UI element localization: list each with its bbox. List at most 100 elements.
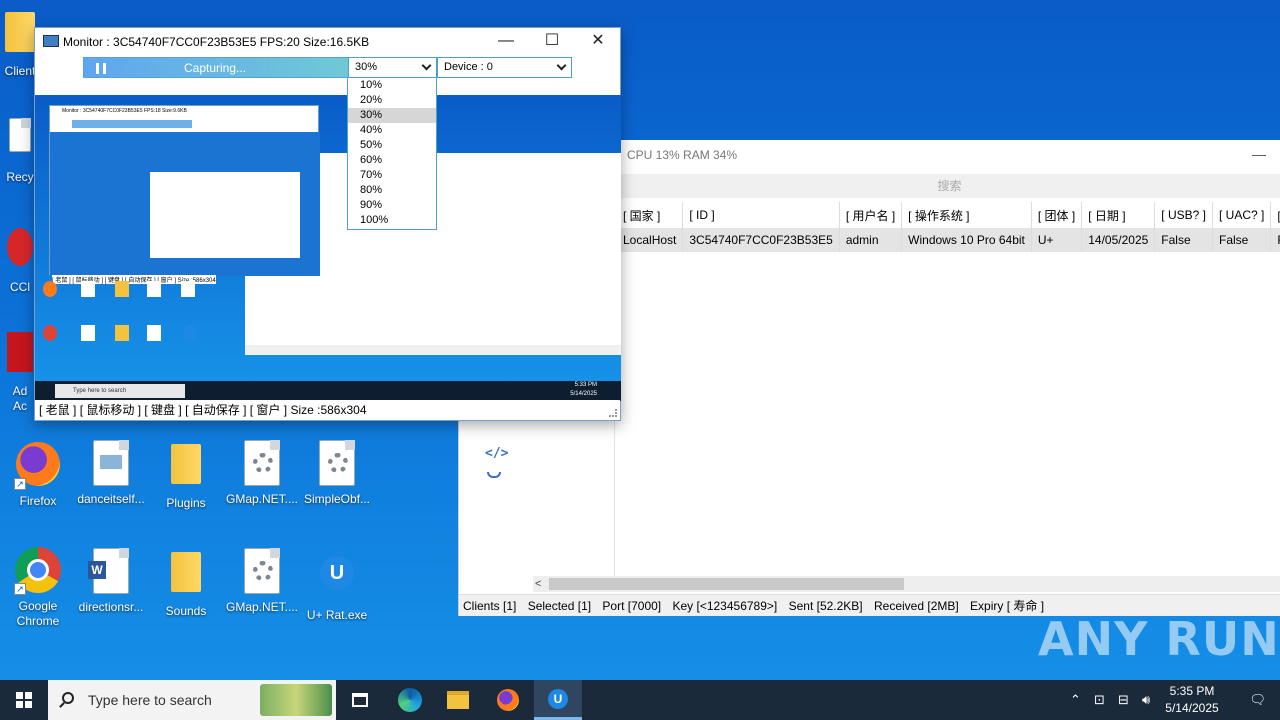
taskbar-clock[interactable]: 5:35 PM 5/14/2025 (1152, 683, 1232, 717)
col-id[interactable]: [ ID ] (682, 202, 840, 228)
col-os[interactable]: [ 操作系统 ] (901, 202, 1032, 228)
meet-now-icon[interactable]: ⊡ (1094, 692, 1105, 708)
quality-option-selected[interactable]: 30% (348, 108, 436, 123)
capture-toggle-button[interactable]: Capturing... (83, 57, 349, 78)
taskbar-urat[interactable]: U (534, 680, 582, 720)
quality-option[interactable]: 70% (348, 168, 436, 183)
desktop-icon-sounds[interactable]: Sounds (148, 548, 224, 619)
taskbar-edge[interactable] (386, 680, 434, 720)
preview-file-icon (147, 325, 161, 341)
quality-option[interactable]: 50% (348, 138, 436, 153)
resize-grip-icon[interactable] (609, 409, 617, 417)
quality-option[interactable]: 10% (348, 78, 436, 93)
chevron-up-icon[interactable]: ⌃ (1070, 692, 1081, 708)
col-country[interactable]: [ 国家 ] (617, 202, 684, 228)
col-usb[interactable]: [ USB? ] (1154, 202, 1213, 228)
quality-option[interactable]: 60% (348, 153, 436, 168)
preview-folder-icon (115, 325, 129, 341)
col-group[interactable]: [ 团体 ] (1031, 202, 1083, 228)
quality-dropdown-list: 10% 20% 30% 40% 50% 60% 70% 80% 90% 100% (347, 77, 437, 230)
folder-icon (5, 12, 35, 52)
monitor-titlebar[interactable]: Monitor : 3C54740F7CC0F23B53E5 FPS:20 Si… (35, 28, 620, 56)
desktop-icon-plugins[interactable]: Plugins (148, 440, 224, 511)
word-document-icon: W (88, 548, 129, 594)
maximize-button[interactable]: ☐ (529, 28, 575, 56)
table-row[interactable]: LocalHost 3C54740F7CC0F23B53E5 admin Win… (617, 228, 1280, 252)
close-button[interactable]: ✕ (575, 28, 621, 56)
pause-icon (96, 63, 106, 74)
monitor-status-bar: [ 老鼠 ] [ 鼠标移动 ] [ 键盘 ] [ 自动保存 ] [ 窗户 ] S… (35, 400, 620, 420)
cell-date: 14/05/2025 (1081, 228, 1156, 252)
file-explorer-icon (447, 691, 469, 709)
quality-select[interactable]: 30% (348, 57, 437, 78)
keyboard-toggle[interactable]: [ 键盘 ] (144, 403, 181, 417)
taskbar-search-placeholder: Type here to search (88, 692, 212, 708)
device-selected-value: Device : 0 (444, 61, 493, 73)
clock-time: 5:35 PM (1169, 684, 1215, 698)
status-port: Port [7000] (602, 599, 662, 613)
taskbar-firefox[interactable] (484, 680, 532, 720)
start-button[interactable] (0, 680, 48, 720)
taskbar-search-box[interactable]: Type here to search (48, 680, 336, 720)
remote-screen-preview[interactable]: Monitor : 3C54740F7CC0F23B53E5 FPS:18 Si… (35, 95, 621, 401)
urat-app-icon: U (548, 689, 568, 709)
chevron-down-icon (556, 60, 567, 71)
scroll-left-icon[interactable]: < (535, 576, 549, 592)
preview-chrome-icon (43, 325, 57, 341)
preview-clock-date: 5/14/2025 (570, 391, 597, 397)
autosave-toggle[interactable]: [ 自动保存 ] (185, 403, 246, 417)
desktop-icon-gmap-1[interactable]: GMap.NET.... (224, 440, 300, 507)
settings-file-icon (244, 440, 280, 486)
notification-icon[interactable]: 🗨︎ (1249, 692, 1266, 708)
settings-icon[interactable] (487, 472, 501, 478)
col-camera[interactable]: [ 相机? ] (1270, 202, 1280, 228)
quality-option[interactable]: 40% (348, 123, 436, 138)
task-view-button[interactable] (336, 680, 384, 720)
device-select[interactable]: Device : 0 (437, 57, 572, 78)
desktop-icon-danceitself[interactable]: danceitself... (73, 440, 149, 507)
folder-icon (171, 444, 201, 484)
preview-file-icon (181, 281, 195, 297)
table-header-row: [ 国家 ] [ ID ] [ 用户名 ] [ 操作系统 ] [ 团体 ] [ … (617, 202, 1280, 228)
image-file-icon (93, 440, 129, 486)
window-toggle[interactable]: [ 窗户 ] (250, 403, 287, 417)
col-date[interactable]: [ 日期 ] (1081, 202, 1156, 228)
preview-status-bar (245, 345, 621, 355)
minimize-button[interactable]: — (1252, 146, 1266, 162)
task-view-icon (352, 693, 368, 707)
col-username[interactable]: [ 用户名 ] (839, 202, 903, 228)
code-icon[interactable]: </> (485, 446, 508, 461)
volume-icon[interactable]: 🔊︎ (1142, 692, 1150, 708)
cell-group: U+ (1031, 228, 1083, 252)
mouse-toggle[interactable]: [ 老鼠 ] (39, 403, 76, 417)
preview-search-box: Type here to search (55, 384, 185, 398)
capture-size: Size :586x304 (290, 403, 367, 417)
capture-status-label: Capturing... (184, 61, 247, 75)
quality-option[interactable]: 80% (348, 183, 436, 198)
horizontal-scrollbar[interactable]: < (533, 576, 1280, 592)
firefox-icon (497, 689, 519, 711)
network-icon[interactable]: ⊟ (1118, 692, 1129, 708)
windows-logo-icon (16, 692, 32, 708)
cell-os: Windows 10 Pro 64bit (901, 228, 1032, 252)
minimize-button[interactable]: — (483, 28, 529, 56)
desktop-icon-urat[interactable]: U U+ Rat.exe (299, 548, 375, 623)
desktop-icon-simpleobf[interactable]: SimpleObf... (299, 440, 375, 507)
preview-nested-screen (50, 132, 320, 276)
status-sent: Sent [52.2KB] (788, 599, 863, 613)
desktop-icon-gmap-2[interactable]: GMap.NET.... (224, 548, 300, 615)
desktop-icon-firefox[interactable]: ↗ Firefox (0, 440, 76, 509)
scroll-thumb[interactable] (549, 578, 904, 590)
quality-option[interactable]: 90% (348, 198, 436, 213)
col-uac[interactable]: [ UAC? ] (1212, 202, 1272, 228)
quality-option[interactable]: 20% (348, 93, 436, 108)
desktop-icon-directions[interactable]: W directionsr... (73, 548, 149, 615)
quality-option[interactable]: 100% (348, 213, 436, 228)
desktop-icon-chrome[interactable]: ↗ Google Chrome (0, 546, 76, 629)
mouse-move-toggle[interactable]: [ 鼠标移动 ] (80, 403, 141, 417)
search-input[interactable]: 搜索 (619, 174, 1280, 198)
quality-selected-value: 30% (355, 61, 378, 73)
taskbar-file-explorer[interactable] (434, 680, 482, 720)
firefox-icon: ↗ (14, 442, 62, 490)
preview-monitor-title: Monitor : 3C54740F7CC0F23B53E5 FPS:18 Si… (62, 108, 187, 114)
